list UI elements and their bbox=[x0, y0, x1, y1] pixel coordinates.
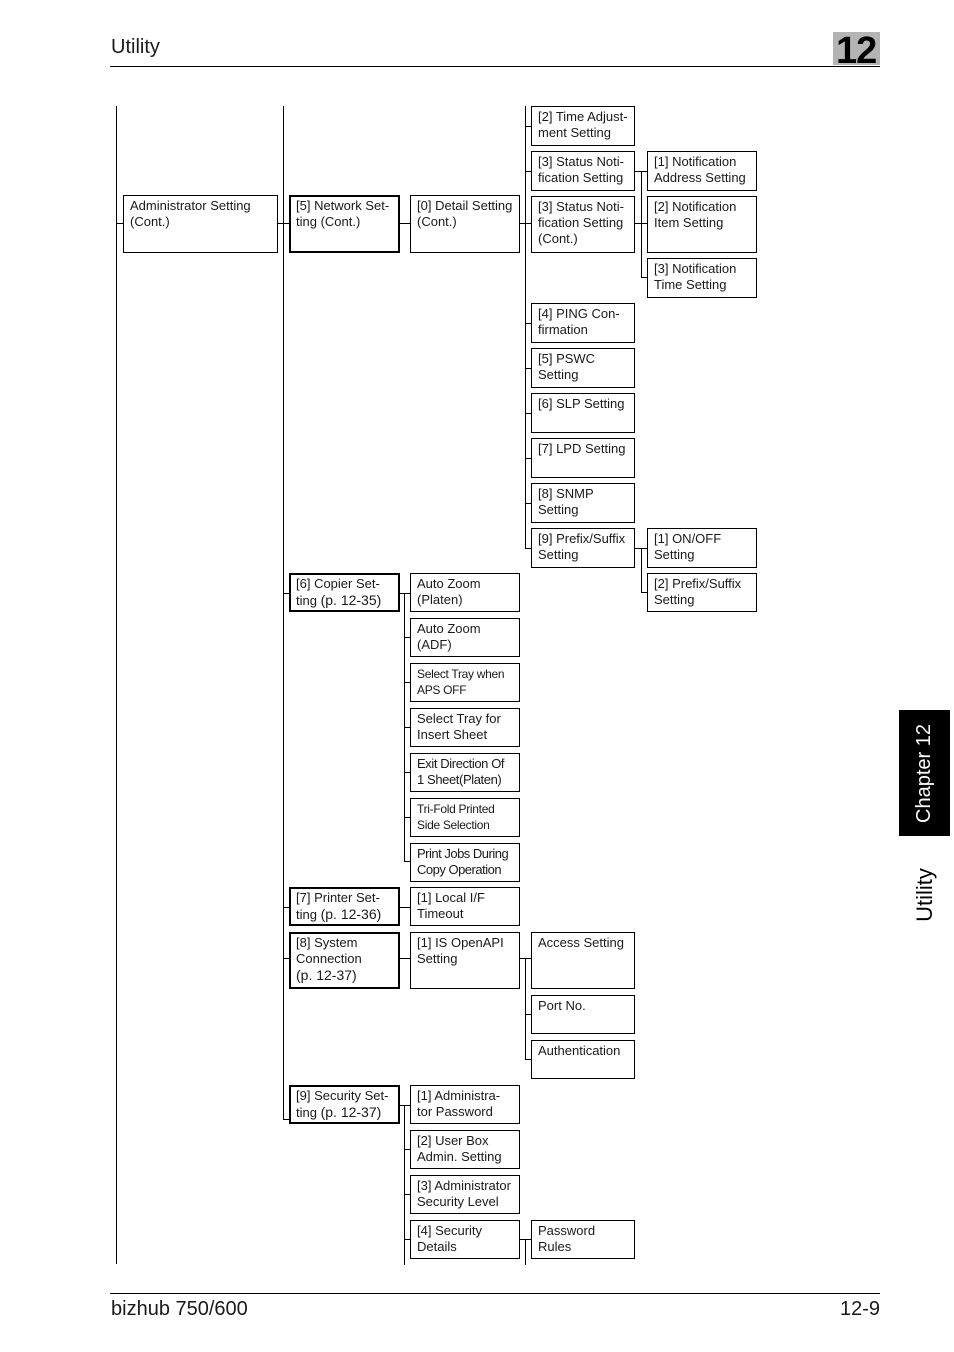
node-notification-item: [2] Notification Item Setting bbox=[647, 196, 757, 253]
chapter-side-tab-label: Chapter 12 bbox=[913, 723, 935, 823]
node-copier-item: Tri-Fold Printed Side Selection bbox=[410, 798, 520, 837]
node-access-setting: Access Setting bbox=[531, 932, 635, 989]
copier-setting-page-ref[interactable]: (p. 12-35) bbox=[321, 592, 382, 608]
node-status-notification-cont: [3] Status Noti-fication Setting (Cont.) bbox=[531, 196, 635, 253]
node-copier-item: Print Jobs During Copy Operation bbox=[410, 843, 520, 882]
node-security-item: [1] Administra-tor Password bbox=[410, 1085, 520, 1124]
tree-line bbox=[641, 171, 642, 278]
section-side-label: Utility bbox=[911, 868, 937, 922]
node-snmp-setting: [8] SNMP Setting bbox=[531, 483, 635, 523]
node-copier-item: Auto Zoom (ADF) bbox=[410, 618, 520, 657]
node-security-item: [4] Security Details bbox=[410, 1220, 520, 1259]
node-prefix-suffix-detail: [2] Prefix/Suffix Setting bbox=[647, 573, 757, 612]
node-authentication: Authentication bbox=[531, 1040, 635, 1079]
tree-line bbox=[525, 1239, 526, 1265]
node-copier-item: Select Tray when APS OFF bbox=[410, 663, 520, 702]
node-copier-item: Exit Direction Of 1 Sheet(Platen) bbox=[410, 753, 520, 792]
footer-model: bizhub 750/600 bbox=[111, 1298, 248, 1320]
tree-line bbox=[525, 958, 526, 1059]
footer-rule bbox=[110, 1293, 880, 1294]
node-pswc-setting: [5] PSWC Setting bbox=[531, 348, 635, 388]
header-title: Utility bbox=[111, 36, 160, 58]
tree-line bbox=[404, 1105, 405, 1265]
tree-line bbox=[641, 548, 642, 593]
node-lpd-setting: [7] LPD Setting bbox=[531, 438, 635, 478]
node-port-no: Port No. bbox=[531, 995, 635, 1034]
node-security-item: [3] Administrator Security Level bbox=[410, 1175, 520, 1214]
tree-line bbox=[399, 958, 410, 959]
node-copier-setting: [6] Copier Set-ting (p. 12-35) bbox=[289, 573, 400, 612]
footer-page-number: 12-9 bbox=[839, 1298, 880, 1320]
tree-line bbox=[283, 106, 284, 1120]
node-prefix-suffix-setting: [9] Prefix/Suffix Setting bbox=[531, 528, 635, 568]
node-notification-time: [3] Notification Time Setting bbox=[647, 258, 757, 298]
system-connection-label: [8] System Connection bbox=[296, 935, 362, 966]
node-slp-setting: [6] SLP Setting bbox=[531, 393, 635, 433]
node-security-setting: [9] Security Set-ting (p. 12-37) bbox=[289, 1085, 400, 1124]
node-detail-setting: [0] Detail Setting (Cont.) bbox=[410, 195, 520, 253]
node-copier-item: Auto Zoom (Platen) bbox=[410, 573, 520, 612]
node-system-connection: [8] System Connection (p. 12-37) bbox=[289, 932, 400, 989]
node-copier-item: Select Tray for Insert Sheet bbox=[410, 708, 520, 747]
system-connection-page-ref[interactable]: (p. 12-37) bbox=[296, 967, 357, 983]
node-printer-setting: [7] Printer Set-ting (p. 12-36) bbox=[289, 887, 400, 926]
node-time-adjustment: [2] Time Adjust-ment Setting bbox=[531, 106, 635, 146]
node-administrator-setting: Administrator Setting (Cont.) bbox=[123, 195, 278, 253]
section-side-label-wrap: Utility bbox=[899, 850, 950, 940]
security-setting-page-ref[interactable]: (p. 12-37) bbox=[321, 1104, 382, 1120]
tree-line bbox=[399, 907, 410, 908]
printer-setting-page-ref[interactable]: (p. 12-36) bbox=[321, 906, 382, 922]
node-security-item: [2] User Box Admin. Setting bbox=[410, 1130, 520, 1169]
node-ping-confirmation: [4] PING Con-firmation bbox=[531, 303, 635, 343]
node-is-openapi-setting: [1] IS OpenAPI Setting bbox=[410, 932, 520, 989]
node-on-off-setting: [1] ON/OFF Setting bbox=[647, 528, 757, 568]
tree-line bbox=[116, 106, 117, 1264]
node-password-rules: Password Rules bbox=[531, 1220, 635, 1259]
node-local-if-timeout: [1] Local I/F Timeout bbox=[410, 887, 520, 926]
node-notification-address: [1] Notification Address Setting bbox=[647, 151, 757, 191]
header-rule bbox=[110, 66, 880, 67]
node-network-setting: [5] Network Set-ting (Cont.) bbox=[289, 195, 400, 253]
node-status-notification: [3] Status Noti-fication Setting bbox=[531, 151, 635, 191]
tree-line bbox=[525, 106, 526, 549]
tree-line bbox=[399, 223, 410, 224]
chapter-side-tab-label-wrap: Chapter 12 bbox=[899, 710, 950, 836]
